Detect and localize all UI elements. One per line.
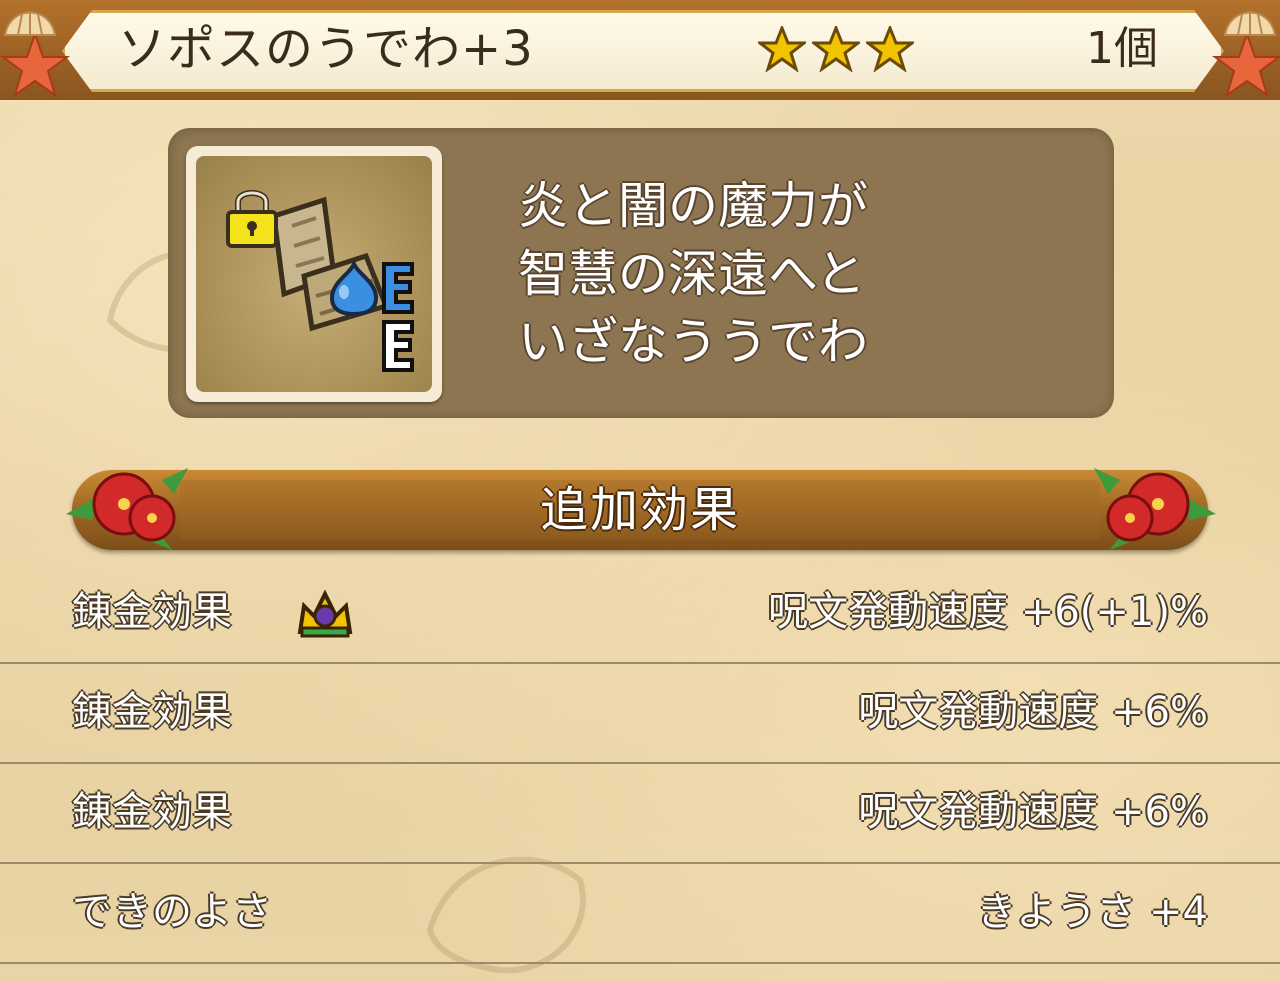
effect-label: できのよさ bbox=[72, 889, 272, 935]
description-line: 炎と闇の魔力が bbox=[518, 177, 868, 235]
starfish-right-icon bbox=[1212, 30, 1280, 98]
effect-value: 呪文発動速度 +6% bbox=[858, 689, 1208, 735]
effect-label: 錬金効果 bbox=[72, 589, 232, 635]
starfish-left-icon bbox=[0, 30, 70, 98]
section-title: 追加効果 bbox=[539, 482, 740, 538]
effect-value: 呪文発動速度 +6(+1)% bbox=[768, 589, 1208, 635]
item-icon-frame[interactable] bbox=[186, 146, 442, 402]
item-icon-background bbox=[196, 156, 432, 392]
seashell-right-icon bbox=[1223, 11, 1277, 36]
item-description: 炎と闇の魔力が 智慧の深遠へと いざなううでわ bbox=[518, 172, 938, 376]
star-icon bbox=[866, 26, 914, 72]
description-line: 智慧の深遠へと bbox=[518, 245, 866, 303]
effect-row: 錬金効果 呪文発動速度 +6(+1)% bbox=[0, 562, 1280, 664]
crown-icon bbox=[297, 589, 353, 638]
equipped-badge-e-white-icon bbox=[382, 320, 414, 372]
effect-value: 呪文発動速度 +6% bbox=[858, 789, 1208, 835]
item-name: ソポスのうでわ+3 bbox=[118, 21, 534, 77]
equipped-badge-e-blue-icon bbox=[382, 262, 414, 314]
star-icon bbox=[812, 26, 860, 72]
star-rating bbox=[758, 26, 914, 72]
lock-icon bbox=[226, 190, 278, 248]
effect-value: きようさ +4 bbox=[976, 889, 1208, 935]
slime-icon bbox=[329, 260, 379, 316]
effect-row: 錬金効果 呪文発動速度 +6% bbox=[0, 762, 1280, 864]
description-line: いざなううでわ bbox=[518, 313, 868, 371]
seashell-left-icon bbox=[3, 11, 57, 36]
effect-label: 錬金効果 bbox=[72, 689, 232, 735]
star-icon bbox=[758, 26, 806, 72]
item-quantity: 1個 bbox=[1086, 23, 1158, 74]
effect-row: 錬金効果 呪文発動速度 +6% bbox=[0, 662, 1280, 764]
effect-row: できのよさ きようさ +4 bbox=[0, 862, 1280, 964]
effect-label: 錬金効果 bbox=[72, 789, 232, 835]
